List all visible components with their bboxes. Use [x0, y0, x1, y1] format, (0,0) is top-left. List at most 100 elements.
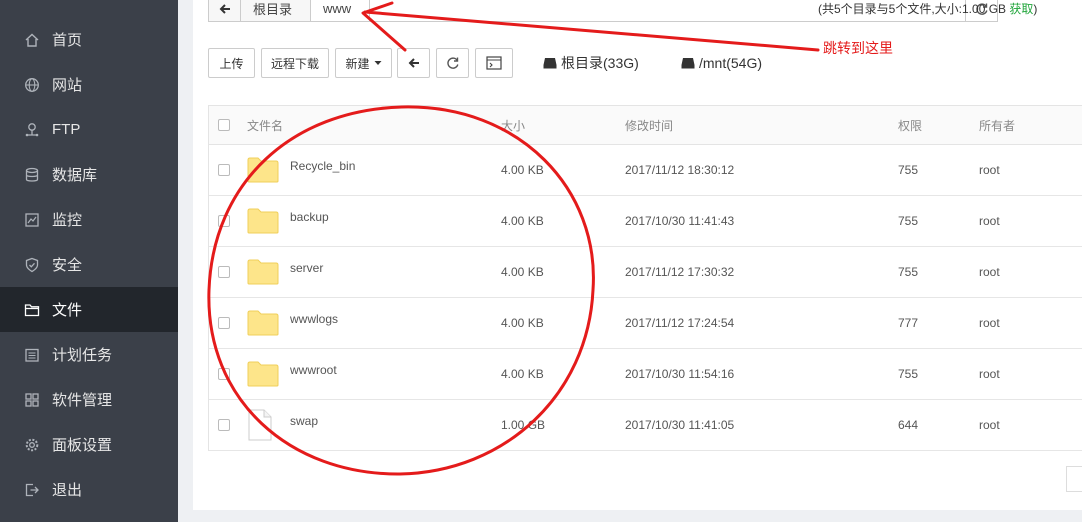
new-dropdown-button[interactable]: 新建: [335, 48, 392, 78]
file-name[interactable]: Recycle_bin: [290, 141, 355, 191]
file-name[interactable]: wwwroot: [290, 345, 337, 395]
file-icon: [248, 409, 272, 441]
file-mtime: 2017/11/12 17:24:54: [625, 316, 735, 330]
terminal-button[interactable]: [475, 48, 513, 78]
file-permission[interactable]: 777: [898, 298, 918, 348]
sidebar-item-files[interactable]: 文件: [0, 287, 178, 332]
sidebar-item-label: 网站: [52, 77, 83, 94]
hdd-icon: [543, 58, 557, 69]
sidebar-item-settings[interactable]: 面板设置: [0, 422, 178, 467]
remote-download-button[interactable]: 远程下载: [261, 48, 329, 78]
file-size: 4.00 KB: [501, 214, 544, 228]
home-icon: [24, 32, 40, 48]
sidebar-item-label: 首页: [52, 32, 83, 49]
disk-label: 根目录(33G): [561, 55, 639, 71]
file-name[interactable]: wwwlogs: [290, 294, 338, 344]
get-size-link[interactable]: 获取: [1009, 2, 1033, 16]
upload-label: 上传: [219, 56, 244, 71]
row-checkbox[interactable]: [218, 164, 230, 176]
file-owner[interactable]: root: [979, 349, 1000, 399]
shield-icon: [24, 257, 40, 273]
path-back-button[interactable]: [209, 0, 241, 21]
remote-download-label: 远程下载: [270, 56, 319, 71]
database-icon: [24, 167, 40, 183]
new-label: 新建: [345, 56, 370, 71]
file-owner[interactable]: root: [979, 145, 1000, 195]
file-owner[interactable]: root: [979, 247, 1000, 297]
file-permission[interactable]: 755: [898, 349, 918, 399]
file-icon-cell: [247, 298, 279, 348]
file-mtime: 2017/10/30 11:41:05: [625, 418, 735, 432]
breadcrumb-root[interactable]: 根目录: [241, 0, 312, 21]
sidebar-item-label: 计划任务: [52, 347, 113, 364]
file-size: 4.00 KB: [501, 163, 544, 177]
file-icon-cell: [247, 349, 279, 399]
breadcrumb-www[interactable]: www: [311, 0, 371, 21]
table-row[interactable]: backup 4.00 KB 2017/10/30 11:41:43 755 root: [209, 196, 1082, 247]
sidebar-item-label: 安全: [52, 257, 83, 274]
folder-icon: [247, 310, 279, 336]
header-mtime[interactable]: 修改时间: [625, 106, 673, 144]
pager-button[interactable]: [1066, 466, 1082, 492]
directory-summary: (共5个目录与5个文件,大小:1.00 GB 获取): [818, 0, 1037, 17]
header-permission[interactable]: 权限: [898, 106, 922, 144]
table-row[interactable]: swap 1.00 GB 2017/10/30 11:41:05 644 root: [209, 400, 1082, 451]
file-size: 4.00 KB: [501, 367, 544, 381]
back-button[interactable]: [397, 48, 430, 78]
row-checkbox[interactable]: [218, 317, 230, 329]
sidebar-item-home[interactable]: 首页: [0, 17, 178, 62]
file-name[interactable]: backup: [290, 192, 329, 242]
annotation-text: 跳转到这里: [823, 40, 893, 56]
file-owner[interactable]: root: [979, 400, 1000, 450]
calendar-icon: [24, 347, 40, 363]
disk-root[interactable]: 根目录(33G): [543, 52, 639, 74]
file-owner[interactable]: root: [979, 196, 1000, 246]
table-row[interactable]: server 4.00 KB 2017/11/12 17:30:32 755 root: [209, 247, 1082, 298]
upload-button[interactable]: 上传: [208, 48, 255, 78]
folder-icon: [247, 259, 279, 285]
select-all-checkbox[interactable]: [218, 119, 230, 131]
header-size[interactable]: 大小: [501, 106, 525, 144]
file-permission[interactable]: 755: [898, 196, 918, 246]
sidebar-item-label: 退出: [52, 482, 83, 499]
row-checkbox[interactable]: [218, 266, 230, 278]
row-checkbox[interactable]: [218, 215, 230, 227]
breadcrumb-label: www: [323, 1, 352, 16]
file-permission[interactable]: 755: [898, 247, 918, 297]
table-row[interactable]: wwwlogs 4.00 KB 2017/11/12 17:24:54 777 root: [209, 298, 1082, 349]
row-checkbox[interactable]: [218, 419, 230, 431]
sidebar-item-database[interactable]: 数据库: [0, 152, 178, 197]
sidebar-item-ftp[interactable]: FTP: [0, 107, 178, 152]
file-permission[interactable]: 755: [898, 145, 918, 195]
header-owner[interactable]: 所有者: [979, 106, 1015, 144]
file-icon-cell: [247, 196, 279, 246]
hdd-icon: [681, 58, 695, 69]
sidebar-item-monitor[interactable]: 监控: [0, 197, 178, 242]
row-checkbox[interactable]: [218, 368, 230, 380]
file-owner[interactable]: root: [979, 298, 1000, 348]
header-filename[interactable]: 文件名: [247, 106, 283, 144]
sidebar-item-logout[interactable]: 退出: [0, 467, 178, 512]
sidebar-item-label: FTP: [52, 121, 81, 138]
table-row[interactable]: wwwroot 4.00 KB 2017/10/30 11:54:16 755 root: [209, 349, 1082, 400]
file-name[interactable]: swap: [290, 396, 318, 446]
sidebar-item-label: 面板设置: [52, 437, 113, 454]
sidebar-item-website[interactable]: 网站: [0, 62, 178, 107]
terminal-icon: [486, 56, 502, 70]
sidebar-item-label: 监控: [52, 212, 83, 229]
arrow-left-icon: [219, 3, 230, 14]
folder-icon: [247, 157, 279, 183]
file-name[interactable]: server: [290, 243, 323, 293]
file-permission[interactable]: 644: [898, 400, 918, 450]
sidebar-item-cron[interactable]: 计划任务: [0, 332, 178, 377]
file-mtime: 2017/11/12 18:30:12: [625, 163, 735, 177]
sidebar: 首页 网站 FTP 数据库 监控 安全 文件 计划任务 软件管理 面板设置 退出: [0, 0, 178, 522]
file-table: 文件名 大小 修改时间 权限 所有者 Recycle_bin 4.00 KB 201…: [208, 105, 1082, 451]
sidebar-item-software[interactable]: 软件管理: [0, 377, 178, 422]
folder-icon: [247, 361, 279, 387]
refresh-button[interactable]: [436, 48, 469, 78]
disk-mnt[interactable]: /mnt(54G): [681, 52, 762, 74]
table-row[interactable]: Recycle_bin 4.00 KB 2017/11/12 18:30:12 755…: [209, 145, 1082, 196]
sidebar-item-security[interactable]: 安全: [0, 242, 178, 287]
caret-down-icon: [374, 61, 381, 65]
